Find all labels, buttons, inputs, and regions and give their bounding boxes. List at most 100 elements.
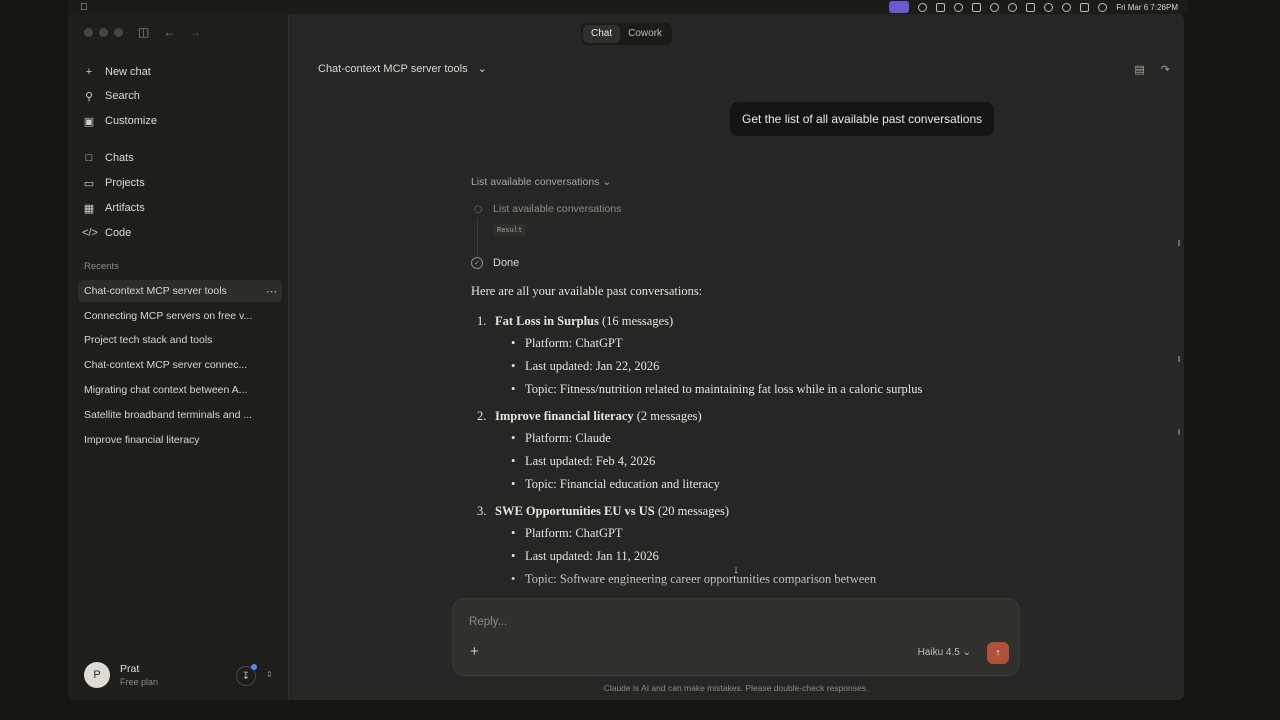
resize-handle[interactable] — [1178, 356, 1180, 362]
conversation-name: SWE Opportunities EU vs US — [495, 504, 655, 518]
mode-toggle: Chat Cowork — [581, 23, 673, 45]
controls-icon[interactable] — [972, 2, 982, 12]
tool-logo-icon: ◯ — [474, 206, 482, 213]
chevron-up-down-icon[interactable]: ⇕ — [266, 670, 273, 679]
tool-call-item[interactable]: ◯ List available conversations — [473, 203, 621, 215]
disclaimer-text: Claude is AI and can make mistakes. Plea… — [603, 683, 869, 693]
list-item: 1. Fat Loss in Surplus (16 messages) Pla… — [471, 312, 941, 399]
bullet-item: Topic: Fitness/nutrition related to main… — [471, 379, 941, 399]
siri-icon[interactable] — [1098, 2, 1108, 12]
reply-composer[interactable]: Reply... + Haiku 4.5 ⌄ ↑ — [452, 598, 1020, 676]
user-message: Get the list of all available past conve… — [730, 102, 995, 136]
briefcase-icon: ▣ — [83, 115, 95, 128]
recent-chat-item[interactable]: Satellite broadband terminals and ... — [78, 404, 282, 426]
attach-plus-icon[interactable]: + — [470, 643, 479, 660]
sidebar-item-chats[interactable]: □ Chats — [78, 147, 280, 169]
send-button[interactable]: ↑ — [987, 642, 1009, 664]
clock[interactable]: Fri Mar 6 7:26PM — [1116, 3, 1178, 12]
window-tools: ◫ ← → — [138, 25, 201, 39]
chevron-down-icon: ⌄ — [962, 647, 971, 658]
bullet-item: Last updated: Feb 4, 2026 — [471, 451, 941, 471]
sidebar-item-projects[interactable]: ▭ Projects — [78, 172, 280, 194]
recent-chat-item[interactable]: Migrating chat context between A... — [78, 379, 282, 401]
conversation-title: Chat-context MCP server tools — [318, 62, 468, 75]
wifi-icon[interactable] — [1044, 2, 1054, 12]
forward-arrow-icon[interactable]: → — [189, 25, 201, 39]
search-button[interactable]: ⚲ Search — [78, 85, 280, 107]
vpn-icon[interactable] — [990, 2, 1000, 12]
resize-handle[interactable] — [1178, 240, 1180, 246]
scroll-down-arrow-icon[interactable]: ↓ — [727, 561, 745, 579]
control-center-icon[interactable] — [1080, 2, 1090, 12]
tool-status: ✓ Done — [471, 257, 519, 269]
play-icon[interactable] — [1008, 2, 1018, 12]
download-button[interactable]: ↧ — [236, 664, 257, 686]
window-controls — [84, 28, 123, 37]
recent-chat-item[interactable]: Chat-context MCP server tools ⋯ — [78, 280, 282, 302]
display-icon[interactable] — [936, 2, 946, 12]
brightness-icon[interactable] — [918, 2, 928, 12]
tool-use-toggle[interactable]: List available conversations ⌄ — [471, 176, 611, 188]
bullet-item: Last updated: Jan 22, 2026 — [471, 356, 941, 376]
answer-intro: Here are all your available past convers… — [471, 284, 703, 298]
search-icon: ⚲ — [84, 90, 94, 103]
check-circle-icon: ✓ — [471, 257, 483, 269]
code-icon: </> — [82, 227, 98, 239]
battery-icon[interactable] — [1026, 2, 1036, 12]
recent-chat-item[interactable]: Improve financial literacy — [78, 429, 282, 451]
notification-badge — [251, 664, 257, 670]
sparkle-icon[interactable] — [954, 2, 964, 12]
resize-handle[interactable] — [1178, 429, 1180, 435]
menu-bar:  Fri Mar 6 7:26PM — [68, 0, 1188, 14]
bullet-item: Platform: ChatGPT — [471, 333, 941, 353]
grid-icon: ▦ — [83, 202, 95, 215]
header-actions: ▤ ↷ — [1134, 63, 1170, 76]
list-item: 2. Improve financial literacy (2 message… — [471, 407, 941, 494]
new-chat-button[interactable]: + New chat — [78, 61, 280, 83]
tool-timeline — [477, 218, 478, 258]
recent-chat-item[interactable]: Connecting MCP servers on free v... — [78, 305, 282, 327]
chat-bubble-icon: □ — [85, 152, 93, 164]
chevron-down-icon: ⌄ — [477, 63, 487, 75]
result-chip[interactable]: Result — [493, 224, 527, 236]
tab-chat[interactable]: Chat — [583, 25, 621, 43]
recents-heading: Recents — [84, 261, 119, 272]
share-icon[interactable]: ↷ — [1161, 63, 1170, 76]
sidebar-item-code[interactable]: </> Code — [78, 222, 280, 244]
user-profile[interactable]: P Prat Free plan — [84, 662, 158, 688]
customize-button[interactable]: ▣ Customize — [78, 110, 280, 132]
recent-chat-item[interactable]: Project tech stack and tools — [78, 329, 282, 351]
more-options-icon[interactable]: ⋯ — [262, 285, 282, 298]
download-icon: ↧ — [241, 670, 251, 682]
conversation-title-button[interactable]: Chat-context MCP server tools ⌄ — [318, 62, 487, 76]
chevron-down-icon: ⌄ — [602, 176, 612, 188]
bullet-item: Last updated: Jan 11, 2026 — [471, 546, 941, 566]
assistant-message: Here are all your available past convers… — [471, 284, 941, 589]
status-icons: Fri Mar 6 7:26PM — [889, 1, 1188, 13]
conversation-name: Fat Loss in Surplus — [495, 314, 599, 328]
reply-input[interactable]: Reply... — [469, 616, 507, 628]
spotlight-icon[interactable] — [1062, 2, 1072, 12]
apple-icon[interactable]:  — [80, 2, 88, 13]
sidebar: ◫ ← → + New chat ⚲ Search ▣ Customize □ … — [68, 14, 289, 700]
bullet-item: Platform: Claude — [471, 428, 941, 448]
back-arrow-icon[interactable]: ← — [163, 25, 175, 39]
app-window: ◫ ← → + New chat ⚲ Search ▣ Customize □ … — [68, 14, 1184, 700]
recent-chat-item[interactable]: Chat-context MCP server connec... — [78, 354, 282, 376]
document-icon[interactable]: ▤ — [1134, 63, 1144, 76]
bullet-item: Platform: ChatGPT — [471, 523, 941, 543]
model-selector[interactable]: Haiku 4.5 ⌄ — [918, 647, 971, 658]
screen-recording-icon[interactable] — [889, 1, 910, 13]
plus-icon: + — [85, 66, 93, 78]
bullet-item: Topic: Financial education and literacy — [471, 474, 941, 494]
conversation-name: Improve financial literacy — [495, 409, 634, 423]
close-window-button[interactable] — [84, 28, 93, 37]
tab-cowork[interactable]: Cowork — [620, 25, 670, 43]
avatar: P — [84, 662, 110, 688]
folder-icon: ▭ — [83, 177, 95, 190]
minimize-window-button[interactable] — [99, 28, 108, 37]
sidebar-toggle-icon[interactable]: ◫ — [138, 25, 149, 39]
user-name: Prat — [120, 663, 140, 675]
sidebar-item-artifacts[interactable]: ▦ Artifacts — [78, 197, 280, 219]
zoom-window-button[interactable] — [114, 28, 123, 37]
